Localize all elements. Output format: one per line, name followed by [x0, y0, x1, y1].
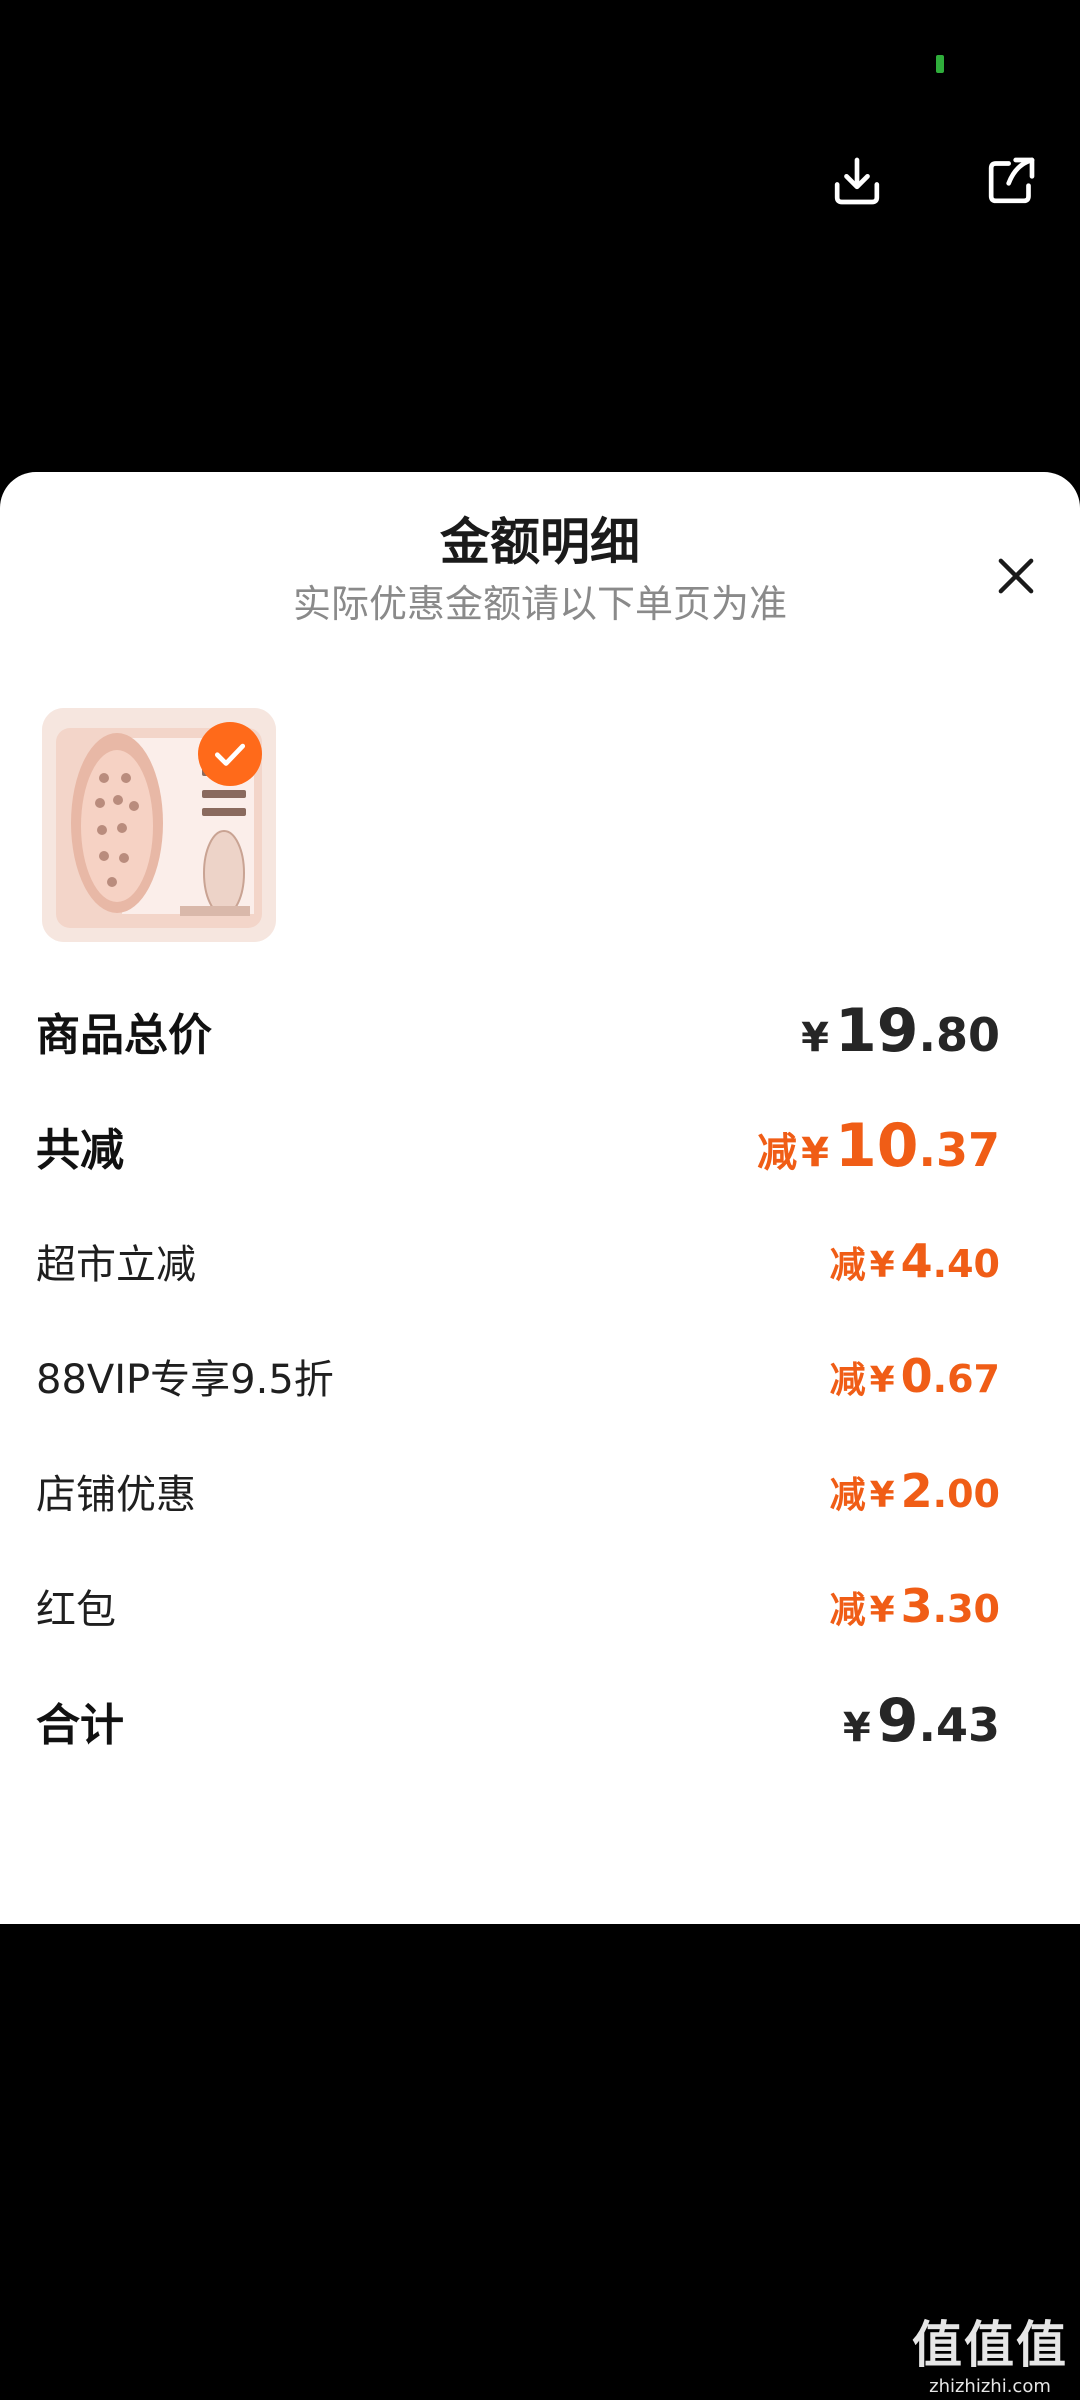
- amount-integer: 9: [876, 1686, 919, 1756]
- amount-integer: 2: [900, 1464, 933, 1518]
- row-amount: 减 ¥ 3 .30: [830, 1579, 1000, 1633]
- row-label: 共减: [36, 1125, 124, 1176]
- row-label: 超市立减: [36, 1242, 196, 1288]
- row-store-discount: 店铺优惠 减 ¥ 2 .00: [36, 1446, 1000, 1536]
- amount-integer: 0: [900, 1349, 933, 1403]
- amount-decimal: .37: [918, 1123, 1001, 1177]
- currency-symbol: ¥: [869, 1360, 895, 1401]
- amount-decimal: .30: [932, 1587, 1000, 1631]
- row-amount: ¥ 9 .43: [839, 1686, 1000, 1756]
- amount-decimal: .67: [932, 1357, 1000, 1401]
- amount-decimal: .80: [918, 1008, 1001, 1062]
- currency-symbol: ¥: [869, 1245, 895, 1286]
- download-icon: [834, 157, 880, 205]
- amount-integer: 3: [900, 1579, 933, 1633]
- currency-symbol: ¥: [801, 1015, 829, 1061]
- amount-prefix: 减: [829, 1360, 866, 1401]
- row-total-discount: 共减 减 ¥ 10 .37: [36, 1101, 1000, 1191]
- currency-symbol: ¥: [869, 1590, 895, 1631]
- row-red-packet: 红包 减 ¥ 3 .30: [36, 1561, 1000, 1651]
- share-icon: [988, 157, 1035, 204]
- row-supermarket-discount: 超市立减 减 ¥ 4 .40: [36, 1216, 1000, 1306]
- amount-decimal: .40: [932, 1242, 1000, 1286]
- row-amount: ¥ 19 .80: [797, 996, 1000, 1066]
- watermark-site: zhizhizhi.com: [929, 2376, 1051, 2397]
- currency-symbol: ¥: [869, 1475, 895, 1516]
- amount-integer: 10: [835, 1111, 919, 1181]
- download-button[interactable]: [821, 145, 893, 217]
- amount-decimal: .43: [918, 1698, 1001, 1752]
- row-label: 商品总价: [36, 1010, 212, 1061]
- row-label: 88VIP专享9.5折: [36, 1357, 334, 1403]
- amount-decimal: .00: [932, 1472, 1000, 1516]
- row-amount: 减 ¥ 4 .40: [830, 1234, 1000, 1288]
- row-final-total: 合计 ¥ 9 .43: [36, 1676, 1000, 1766]
- status-indicator: [936, 55, 944, 73]
- row-amount: 减 ¥ 10 .37: [757, 1111, 1000, 1181]
- amount-integer: 4: [900, 1234, 933, 1288]
- close-button[interactable]: [990, 550, 1042, 602]
- amount-prefix: 减: [829, 1475, 866, 1516]
- selected-badge: [198, 722, 262, 786]
- amount-prefix: 减: [829, 1590, 866, 1631]
- sheet-subtitle: 实际优惠金额请以下单页为准: [292, 582, 787, 626]
- currency-symbol: ¥: [801, 1130, 829, 1176]
- amount-detail-sheet: 金额明细 实际优惠金额请以下单页为准 商品总价 ¥ 19 .80 共减 减 ¥ …: [0, 472, 1080, 1924]
- amount-integer: 19: [835, 996, 919, 1066]
- screen: 金额明细 实际优惠金额请以下单页为准 商品总价 ¥ 19 .80 共减 减 ¥ …: [0, 0, 1080, 2400]
- watermark: 值值值 zhizhizhi.com: [900, 2320, 1080, 2397]
- amount-prefix: 减: [757, 1130, 798, 1176]
- row-amount: 减 ¥ 2 .00: [830, 1464, 1000, 1518]
- row-label: 合计: [36, 1700, 124, 1751]
- row-amount: 减 ¥ 0 .67: [830, 1349, 1000, 1403]
- row-label: 店铺优惠: [36, 1472, 196, 1518]
- product-thumbnail[interactable]: [42, 708, 276, 942]
- row-label: 红包: [36, 1587, 116, 1633]
- share-button[interactable]: [975, 145, 1047, 217]
- amount-prefix: 减: [829, 1245, 866, 1286]
- row-total-price: 商品总价 ¥ 19 .80: [36, 986, 1000, 1076]
- sheet-title: 金额明细: [440, 513, 640, 571]
- close-icon: [998, 558, 1034, 594]
- row-vip-discount: 88VIP专享9.5折 减 ¥ 0 .67: [36, 1331, 1000, 1421]
- currency-symbol: ¥: [842, 1705, 871, 1751]
- watermark-logo: 值值值: [912, 2316, 1068, 2374]
- check-icon: [214, 743, 246, 766]
